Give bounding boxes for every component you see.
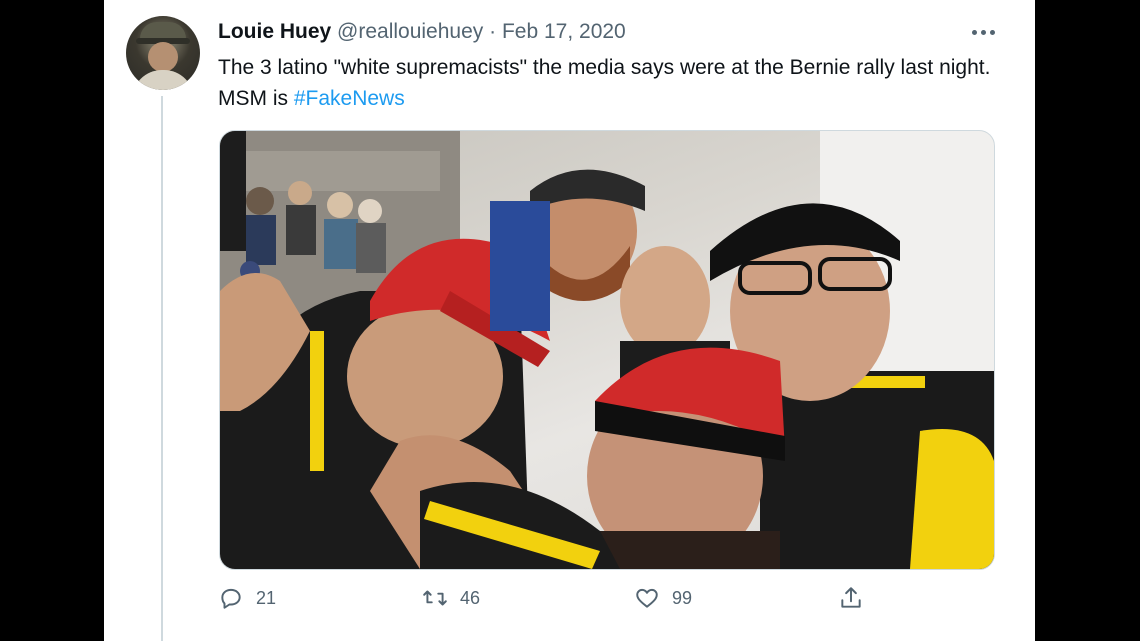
handle[interactable]: @reallouiehuey [337, 20, 483, 43]
display-name[interactable]: Louie Huey [218, 20, 331, 43]
like-count: 99 [672, 587, 693, 608]
avatar[interactable] [126, 16, 200, 90]
share-button[interactable] [838, 585, 864, 611]
ellipsis-icon[interactable] [970, 24, 996, 40]
tweet-actions: 21 46 99 [218, 585, 998, 621]
retweet-icon [423, 590, 447, 606]
tweet-text: The 3 latino "white supremacists" the me… [218, 52, 998, 114]
retweet-button[interactable]: 46 [422, 585, 480, 611]
tweet-photo[interactable] [219, 130, 995, 570]
thread-line [161, 96, 163, 641]
retweet-count: 46 [460, 587, 481, 608]
share-icon [841, 587, 861, 608]
photo-illustration [220, 131, 994, 569]
timestamp[interactable]: Feb 17, 2020 [502, 20, 626, 43]
separator: · [489, 20, 497, 43]
reply-count: 21 [256, 587, 277, 608]
like-button[interactable]: 99 [634, 585, 692, 611]
tweet-card[interactable]: Louie Huey @reallouiehuey · Feb 17, 2020… [104, 0, 1035, 641]
reply-button[interactable]: 21 [218, 585, 276, 611]
hashtag-link[interactable]: #FakeNews [294, 87, 405, 110]
tweet-header: Louie Huey @reallouiehuey · Feb 17, 2020 [218, 18, 626, 46]
reply-icon [221, 588, 241, 609]
heart-icon [636, 588, 658, 608]
